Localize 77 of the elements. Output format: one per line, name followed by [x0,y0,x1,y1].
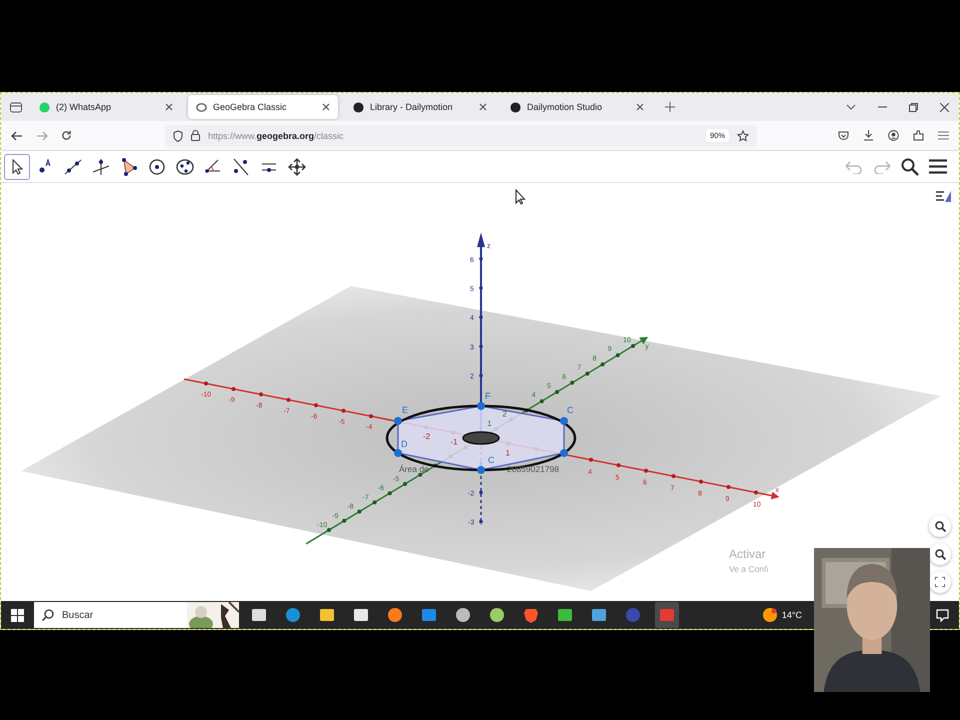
reload-icon[interactable] [61,130,72,141]
x-tick-label: 1 [506,448,510,458]
point [560,417,568,425]
ellipse-icon [196,102,207,112]
fullscreen-icon [935,577,945,587]
tab-title: Library - Dailymotion [370,102,454,112]
search-field[interactable]: Buscar [60,608,144,622]
browser-tab[interactable]: (2) WhatsApp [31,95,181,119]
area-value: 20859021798 [507,464,560,474]
point [477,402,485,410]
circle-logo-icon [353,102,364,112]
account-icon[interactable] [888,130,899,141]
weather-icon [762,607,778,623]
point [394,417,402,425]
download-icon[interactable] [863,130,874,141]
tab-title: (2) WhatsApp [56,102,112,112]
zoom-in-button[interactable] [929,515,951,537]
new-tab-icon[interactable] [665,102,675,112]
activation-notice: Activar [729,547,767,561]
move-tool-button[interactable] [4,154,30,180]
point-label: D [401,439,408,449]
zoom-out-icon [934,548,946,560]
menu-icon[interactable] [929,159,947,174]
fullscreen-button[interactable] [929,571,951,593]
activation-notice: Ve a Confi [729,564,768,574]
browser-tab[interactable]: GeoGebra Classic [188,95,338,119]
notification-icon[interactable] [936,608,949,622]
close-icon[interactable] [940,102,949,112]
url-text: https://www.geogebra.org/classic [208,130,344,140]
style-bar-icon [936,190,952,204]
close-icon[interactable] [165,103,173,111]
reflect-tool-icon [231,156,251,176]
point-label: E [402,405,408,415]
zoom-out-button[interactable] [929,543,951,565]
browser-tab[interactable]: Dailymotion Studio [502,95,652,119]
chevron-down-icon[interactable] [846,104,856,110]
point-label: F [485,391,490,401]
polygon-tool-icon [119,156,139,176]
weather-temperature: 14°C [782,610,802,620]
extensions-icon[interactable] [913,130,924,141]
point [477,466,485,474]
tab-title: GeoGebra Classic [213,102,288,112]
pocket-icon[interactable] [838,130,849,140]
line-tool-icon [63,156,83,176]
restore-icon[interactable] [909,102,918,112]
circle-logo-icon [39,102,50,112]
lock-icon[interactable] [191,130,200,141]
windows-start-icon[interactable] [11,608,24,622]
ellipse-tool-icon [175,156,195,176]
tab-title: Dailymotion Studio [527,102,604,112]
y-tick-label: 2 [502,410,507,419]
back-arrow-icon[interactable] [11,130,23,140]
y-tick-label: 1 [487,418,492,428]
point-label: C [488,455,494,465]
x-tick-label: -2 [423,432,430,442]
x-tick-label: -1 [450,438,458,447]
circle-tool-icon [147,156,167,176]
area-label: Área de [399,464,429,474]
close-icon[interactable] [322,103,330,111]
small-ellipse [462,431,500,445]
point-label: C [567,405,574,415]
point [560,449,568,457]
search-icon[interactable] [42,609,54,621]
circle-logo-icon [510,102,521,112]
shield-icon[interactable] [173,130,183,142]
point [394,449,402,457]
browser-tab[interactable]: Library - Dailymotion [345,95,495,119]
close-icon[interactable] [479,103,487,111]
search-icon[interactable] [901,158,919,176]
zoom-in-icon [934,520,946,532]
tab-list-icon[interactable] [9,100,23,114]
perpendicular-tool-icon [91,156,111,176]
pan-tool-icon [287,156,307,176]
minimize-icon[interactable] [878,106,887,108]
star-icon[interactable] [737,130,749,142]
mouse-cursor-icon [516,188,526,205]
close-icon[interactable] [636,103,644,111]
